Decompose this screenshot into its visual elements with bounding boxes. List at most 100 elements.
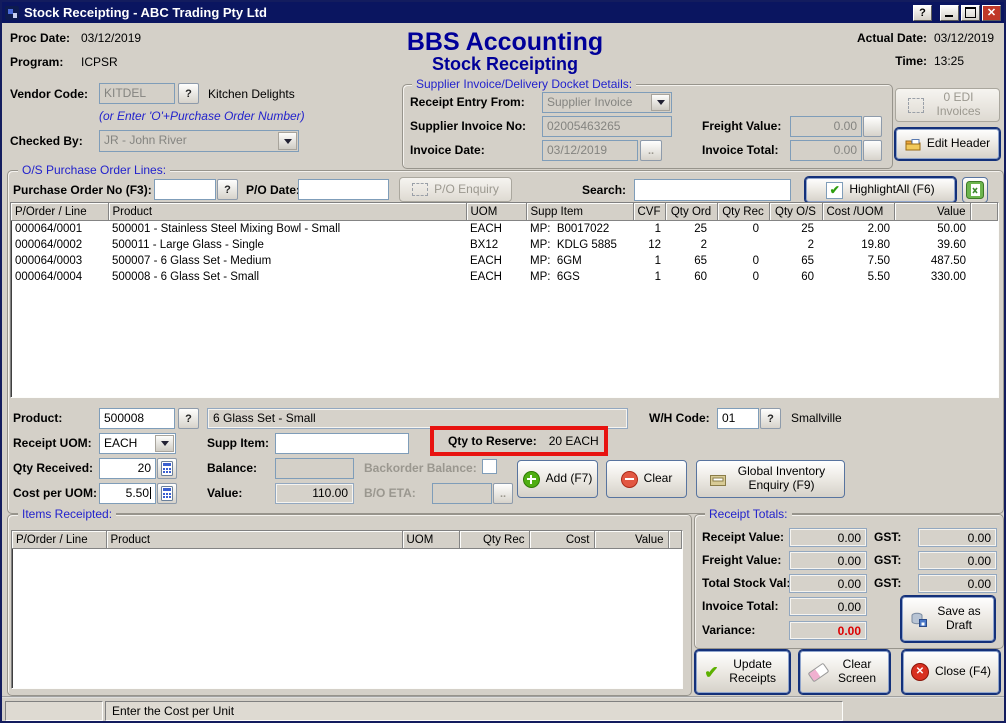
po-number-input[interactable]	[154, 179, 216, 200]
product-code-input[interactable]: 500008	[99, 408, 175, 429]
inventory-icon	[710, 473, 726, 486]
global-inventory-enquiry-button[interactable]: Global Inventory Enquiry (F9)	[696, 460, 845, 498]
table-row[interactable]: 000064/0001500001 - Stainless Steel Mixi…	[11, 221, 998, 238]
edit-header-button[interactable]: Edit Header	[895, 128, 1000, 160]
invoice-total-label: Invoice Total:	[702, 143, 778, 157]
value-field: 110.00	[275, 483, 354, 504]
save-as-draft-button[interactable]: Save as Draft	[901, 596, 995, 642]
cost-per-uom-input[interactable]: 5.50	[99, 483, 156, 504]
status-divider	[2, 696, 1004, 698]
chevron-down-icon	[278, 132, 297, 150]
col-value[interactable]: Value	[594, 531, 668, 549]
table-row[interactable]: 000064/0003500007 - 6 Glass Set - Medium…	[11, 253, 998, 269]
folder-icon	[905, 138, 921, 151]
eraser-icon	[808, 662, 830, 682]
supp-item-label: Supp Item:	[207, 436, 269, 450]
export-excel-button[interactable]	[962, 177, 988, 203]
search-label: Search:	[582, 183, 626, 197]
wh-code-input[interactable]: 01	[717, 408, 759, 429]
cost-calculator-button[interactable]	[157, 483, 177, 504]
receipt-uom-dropdown[interactable]: EACH	[99, 433, 176, 454]
col-cvf[interactable]: CVF	[633, 203, 665, 221]
receipt-entry-from-label: Receipt Entry From:	[410, 95, 525, 109]
add-icon	[523, 471, 540, 488]
freight-gst-field: 0.00	[918, 551, 997, 570]
table-row[interactable]: 000064/0002500011 - Large Glass - Single…	[11, 237, 998, 253]
table-row[interactable]: 000064/0004500008 - 6 Glass Set - SmallE…	[11, 269, 998, 285]
update-receipts-button[interactable]: ✔ Update Receipts	[695, 650, 790, 694]
clear-screen-label: Clear Screen	[834, 658, 880, 686]
receipt-value-label: Receipt Value:	[702, 530, 784, 544]
po-enquiry-icon	[412, 183, 428, 196]
po-date-label: P/O Date:	[246, 183, 300, 197]
vendor-hint: (or Enter 'O'+Purchase Order Number)	[99, 109, 305, 123]
col-uom[interactable]: UOM	[466, 203, 526, 221]
col-qty-rec[interactable]: Qty Rec	[717, 203, 769, 221]
clear-screen-button[interactable]: Clear Screen	[799, 650, 890, 694]
bo-eta-field	[432, 483, 492, 504]
items-receipted-table[interactable]: P/Order / Line Product UOM Qty Rec Cost …	[11, 530, 683, 689]
col-cost[interactable]: Cost	[529, 531, 594, 549]
highlight-all-button[interactable]: ✔ HighlightAll (F6)	[805, 177, 956, 203]
help-button[interactable]: ?	[913, 5, 932, 21]
qty-received-input[interactable]: 20	[99, 458, 156, 479]
backorder-balance-checkbox[interactable]	[482, 459, 497, 474]
col-value[interactable]: Value	[894, 203, 970, 221]
col-supp-item[interactable]: Supp Item	[526, 203, 633, 221]
vendor-lookup-button[interactable]: ?	[178, 83, 199, 104]
maximize-button[interactable]	[961, 5, 980, 21]
receipt-entry-from-value: Supplier Invoice	[547, 95, 632, 109]
add-button[interactable]: Add (F7)	[517, 460, 598, 498]
actual-date-value: 03/12/2019	[934, 31, 994, 45]
total-stock-field: 0.00	[789, 574, 867, 593]
qty-calculator-button[interactable]	[157, 458, 177, 479]
save-icon	[911, 612, 927, 627]
supp-item-input[interactable]	[275, 433, 409, 454]
col-qty-rec[interactable]: Qty Rec	[459, 531, 529, 549]
edi-invoices-label: 0 EDI Invoices	[930, 91, 988, 119]
po-date-input[interactable]	[298, 179, 389, 200]
close-button[interactable]: ✕ Close (F4)	[902, 650, 1000, 694]
save-as-draft-label: Save as Draft	[933, 605, 985, 633]
calculator-icon	[161, 461, 173, 476]
items-receipted-title: Items Receipted:	[18, 507, 116, 521]
highlight-all-label: HighlightAll (F6)	[849, 183, 934, 197]
col-po-line[interactable]: P/Order / Line	[11, 203, 108, 221]
total-stock-label: Total Stock Val:	[702, 576, 790, 590]
minimize-button[interactable]	[940, 5, 959, 21]
col-qty-os[interactable]: Qty O/S	[769, 203, 822, 221]
col-product[interactable]: Product	[106, 531, 402, 549]
wh-lookup-button[interactable]: ?	[760, 408, 781, 429]
col-product[interactable]: Product	[108, 203, 466, 221]
checked-by-value: JR - John River	[104, 133, 187, 147]
checkmark-icon: ✔	[826, 182, 843, 199]
clear-button[interactable]: Clear	[606, 460, 687, 498]
balance-label: Balance:	[207, 461, 257, 475]
checkmark-icon: ✔	[704, 664, 718, 681]
screen-title: Stock Receipting	[305, 54, 705, 75]
receipt-value-field: 0.00	[789, 528, 867, 547]
gst-label: GST:	[874, 530, 901, 544]
app-icon	[5, 6, 19, 20]
clear-icon	[621, 471, 638, 488]
col-uom[interactable]: UOM	[402, 531, 459, 549]
po-lines-table[interactable]: P/Order / Line Product UOM Supp Item CVF…	[10, 202, 999, 398]
vendor-name: Kitchen Delights	[208, 87, 295, 101]
search-input[interactable]	[634, 179, 791, 201]
global-inventory-enquiry-label: Global Inventory Enquiry (F9)	[732, 465, 832, 493]
po-lookup-button[interactable]: ?	[217, 179, 238, 200]
qty-to-reserve-highlight: Qty to Reserve: 20 EACH	[430, 426, 608, 456]
gst-label: GST:	[874, 553, 901, 567]
vendor-code-label: Vendor Code:	[10, 87, 88, 101]
edi-invoices-button: 0 EDI Invoices	[895, 88, 1000, 122]
col-filler	[668, 531, 682, 549]
col-cost-uom[interactable]: Cost /UOM	[822, 203, 894, 221]
po-number-label: Purchase Order No (F3):	[13, 183, 152, 197]
invoice-date-picker-button: ..	[640, 140, 662, 161]
invoice-total-calc-button	[863, 140, 882, 161]
checked-by-label: Checked By:	[10, 134, 83, 148]
col-po-line[interactable]: P/Order / Line	[12, 531, 106, 549]
product-lookup-button[interactable]: ?	[178, 408, 199, 429]
col-qty-ord[interactable]: Qty Ord	[665, 203, 717, 221]
close-window-button[interactable]: ✕	[982, 5, 1001, 21]
